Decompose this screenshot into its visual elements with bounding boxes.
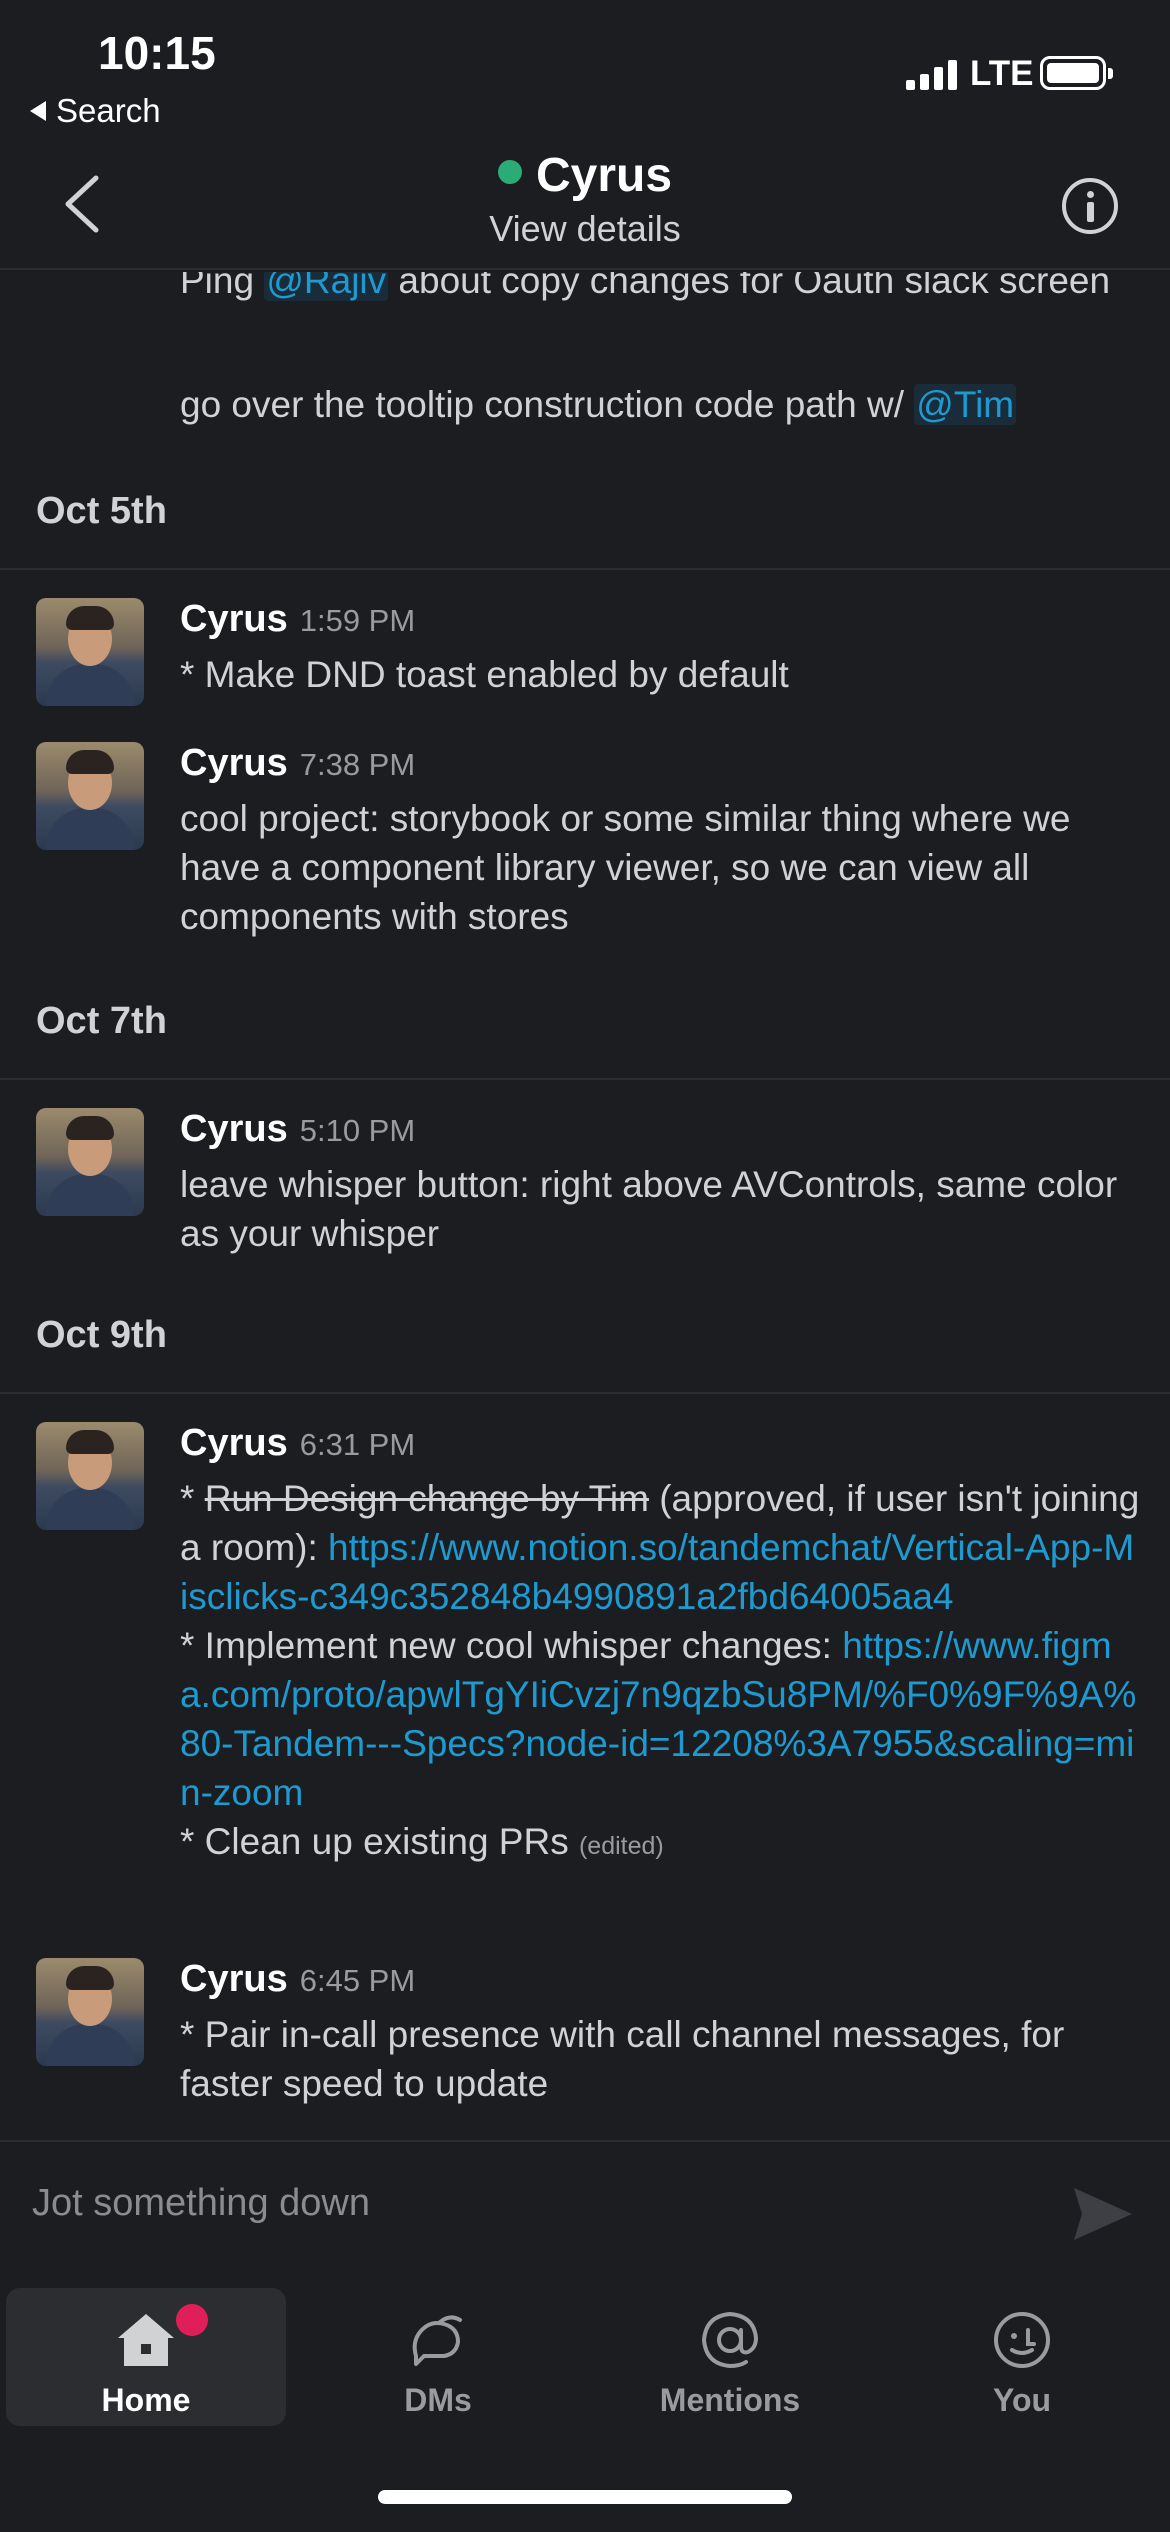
message-time: 1:59 PM (299, 603, 416, 638)
dms-icon (412, 2315, 462, 2366)
message-text: * Pair in-call presence with call channe… (180, 2014, 1065, 2104)
message-text: about copy changes for Oauth slack scree… (388, 272, 1111, 301)
view-details-link[interactable]: View details (0, 208, 1170, 250)
message-header: Cyrus 7:38 PM (180, 742, 415, 785)
author-name[interactable]: Cyrus (180, 598, 288, 640)
avatar[interactable] (36, 1108, 144, 1216)
date-label: Oct 9th (36, 1314, 167, 1356)
presence-icon (497, 160, 522, 185)
home-indicator[interactable] (378, 2490, 792, 2504)
message-text: leave whisper button: right above AVCont… (180, 1164, 1118, 1254)
info-icon[interactable] (1062, 178, 1118, 234)
date-divider: Oct 7th (0, 1000, 1170, 1080)
battery-icon (1040, 56, 1113, 90)
avatar[interactable] (36, 598, 144, 706)
avatar[interactable] (36, 1958, 144, 2066)
author-name[interactable]: Cyrus (180, 1108, 288, 1150)
message-text: Ping (180, 272, 265, 301)
continued-message: Ping @Rajiv about copy changes for Oauth… (180, 272, 1140, 305)
tab-label: Mentions (659, 2382, 801, 2418)
notification-badge (176, 2304, 208, 2336)
message-header: Cyrus 1:59 PM (180, 598, 415, 641)
avatar[interactable] (36, 742, 144, 850)
message-header: Cyrus 5:10 PM (180, 1108, 415, 1151)
send-icon[interactable] (1072, 2186, 1134, 2242)
date-label: Oct 7th (36, 1000, 167, 1042)
tab-home[interactable]: Home (6, 2288, 286, 2426)
avatar[interactable] (36, 1422, 144, 1530)
channel-header: Cyrus View details (0, 130, 1170, 270)
message-time: 5:10 PM (299, 1113, 416, 1148)
tab-mentions[interactable]: Mentions (590, 2288, 870, 2426)
continued-message: go over the tooltip construction code pa… (180, 380, 1140, 429)
channel-title-text: Cyrus (535, 149, 673, 202)
tab-label: Home (101, 2382, 191, 2418)
message-text: * Make DND toast enabled by default (180, 654, 789, 695)
tab-label: You (992, 2382, 1052, 2418)
channel-title[interactable]: Cyrus (0, 148, 1170, 203)
message-header: Cyrus 6:45 PM (180, 1958, 415, 2001)
mention-tim[interactable]: @Tim (914, 384, 1017, 425)
you-icon (994, 2312, 1050, 2368)
message-time: 6:31 PM (299, 1427, 416, 1462)
date-divider: Oct 5th (0, 490, 1170, 570)
message-time: 6:45 PM (299, 1963, 416, 1998)
back-app-label: Search (56, 92, 161, 129)
author-name[interactable]: Cyrus (180, 742, 288, 784)
author-name[interactable]: Cyrus (180, 1422, 288, 1464)
message-text: * Run Design change by Tim (approved, if… (180, 1478, 1140, 1862)
message-text: cool project: storybook or some similar … (180, 798, 1071, 937)
tab-label: DMs (404, 2382, 472, 2418)
tab-bar: Home DMs Mentions You (0, 2282, 1170, 2432)
message-header: Cyrus 6:31 PM (180, 1422, 415, 1465)
message-input[interactable] (32, 2182, 1032, 2225)
mention-rajiv[interactable]: @Rajiv (264, 272, 389, 301)
message-composer (0, 2140, 1170, 2282)
message-feed[interactable]: Ping @Rajiv about copy changes for Oauth… (0, 272, 1170, 2140)
date-label: Oct 5th (36, 490, 167, 532)
signal-icon (906, 60, 957, 90)
strikethrough-text: Run Design change by Tim (204, 1478, 649, 1519)
message-time: 7:38 PM (299, 747, 416, 782)
tab-dms[interactable]: DMs (298, 2288, 578, 2426)
mentions-icon (701, 2311, 759, 2369)
date-divider: Oct 9th (0, 1314, 1170, 1394)
status-bar: 10:15 Search LTE (0, 0, 1170, 130)
author-name[interactable]: Cyrus (180, 1958, 288, 2000)
back-to-search-link[interactable]: Search (30, 92, 161, 130)
status-time: 10:15 (98, 27, 216, 79)
back-triangle-icon (30, 101, 46, 121)
tab-you[interactable]: You (882, 2288, 1162, 2426)
edited-label: (edited) (578, 1832, 664, 1860)
network-label: LTE (970, 54, 1034, 93)
home-icon (118, 2314, 174, 2366)
message-text: go over the tooltip construction code pa… (180, 384, 915, 425)
